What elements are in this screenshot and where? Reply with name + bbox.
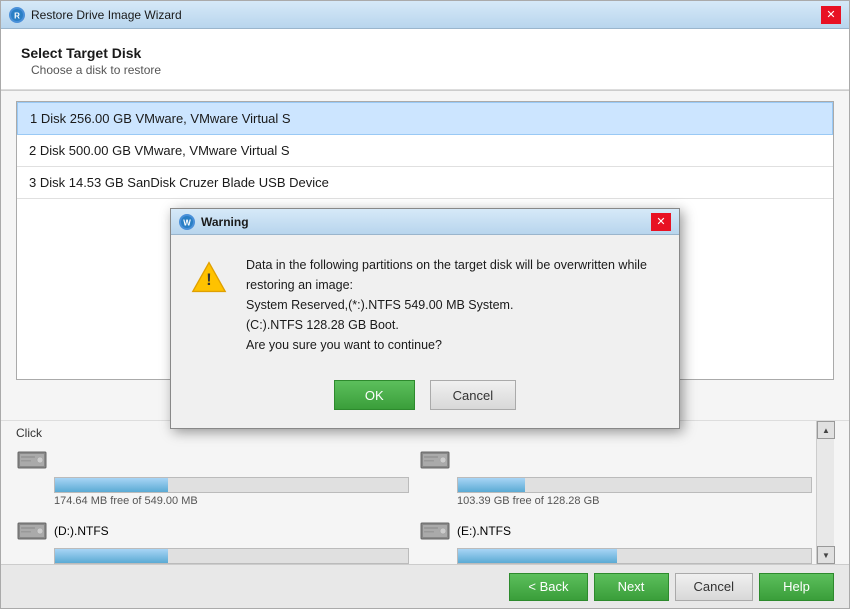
warning-icon-container: !: [191, 255, 231, 355]
dialog-buttons: OK Cancel: [171, 370, 679, 428]
window-title: Restore Drive Image Wizard: [31, 8, 821, 22]
dialog-title: Warning: [201, 215, 651, 229]
dialog-message: Data in the following partitions on the …: [246, 255, 659, 355]
title-bar: R Restore Drive Image Wizard ✕: [1, 1, 849, 29]
warning-dialog: W Warning ✕ ! Data in the following part…: [170, 208, 680, 429]
dialog-ok-button[interactable]: OK: [334, 380, 415, 410]
svg-text:W: W: [183, 218, 191, 227]
svg-text:R: R: [14, 11, 20, 20]
dialog-close-button[interactable]: ✕: [651, 213, 671, 231]
dialog-title-bar: W Warning ✕: [171, 209, 679, 235]
app-icon: R: [9, 7, 25, 23]
dialog-content: ! Data in the following partitions on th…: [171, 235, 679, 370]
window-close-button[interactable]: ✕: [821, 6, 841, 24]
dialog-icon: W: [179, 214, 195, 230]
dialog-overlay: W Warning ✕ ! Data in the following part…: [0, 28, 850, 609]
dialog-cancel-button[interactable]: Cancel: [430, 380, 516, 410]
svg-text:!: !: [206, 271, 211, 289]
warning-triangle-icon: !: [191, 259, 227, 295]
